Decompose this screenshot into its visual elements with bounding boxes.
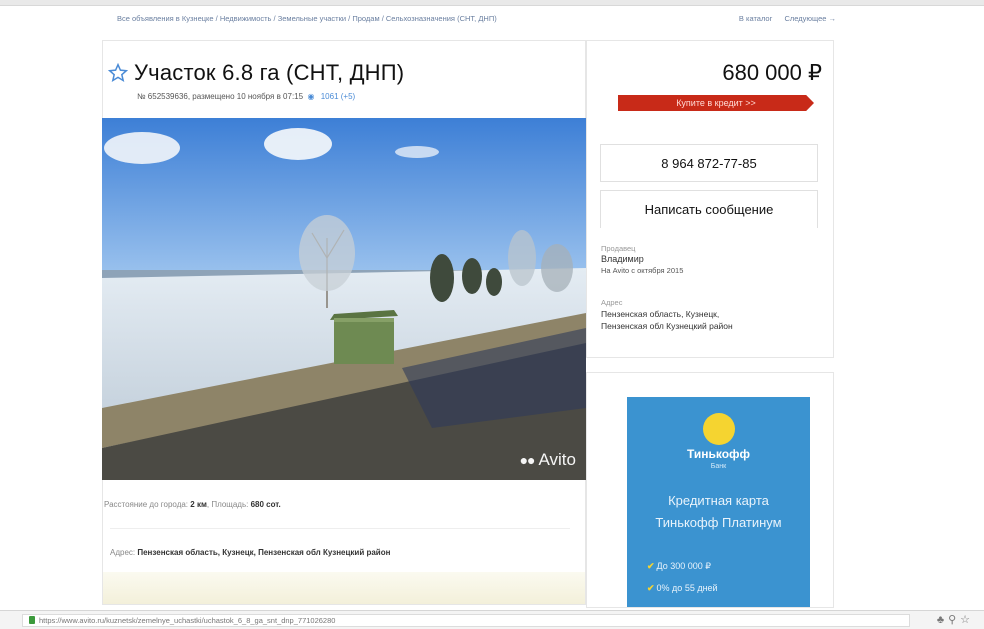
ad-offer-line: Тинькофф Платинум: [655, 515, 782, 530]
breadcrumb-item[interactable]: Недвижимость: [220, 14, 272, 23]
bookmark-star-icon[interactable]: ☆: [960, 614, 974, 626]
title-row: Участок 6.8 га (СНТ, ДНП): [108, 60, 404, 86]
search-icon[interactable]: ⚲: [948, 614, 960, 626]
next-link[interactable]: Следующее →: [784, 14, 836, 23]
contact-address-line: Пензенская область, Кузнецк,: [601, 309, 720, 319]
browser-status-bar: https://www.avito.ru/kuznetsk/zemelnye_u…: [0, 610, 984, 629]
bank-subtitle: Банк: [710, 463, 727, 470]
check-icon: ✔: [647, 561, 655, 571]
ad-feature: ✔ 0% до 55 дней: [647, 583, 718, 594]
watermark-text: Avito: [538, 450, 577, 469]
divider: [110, 528, 570, 529]
contact-address-line: Пензенская обл Кузнецкий район: [601, 321, 733, 331]
url-text: https://www.avito.ru/kuznetsk/zemelnye_u…: [39, 616, 336, 625]
map-preview[interactable]: [103, 572, 585, 604]
price: 680 000 ₽: [722, 60, 822, 85]
distance-label: Расстояние до города:: [104, 500, 189, 509]
ad-offer-line: Кредитная карта: [668, 493, 769, 508]
breadcrumb: Все объявления в Кузнецке / Недвижимость…: [117, 14, 497, 23]
page-title: Участок 6.8 га (СНТ, ДНП): [134, 60, 405, 85]
distance-value: 2 км: [190, 500, 207, 509]
breadcrumb-item[interactable]: Сельхозназначения (СНТ, ДНП): [386, 14, 497, 23]
bank-name: Тинькофф: [686, 447, 751, 461]
listing-address: Адрес: Пензенская область, Кузнецк, Пенз…: [110, 548, 390, 557]
breadcrumb-item[interactable]: Все объявления в Кузнецке: [117, 14, 214, 23]
listing-nav: В каталог Следующее →: [729, 14, 836, 23]
area-value: 680 сот.: [250, 500, 281, 509]
area-label: Площадь:: [211, 500, 249, 509]
browser-actions: ♣⚲☆: [937, 613, 974, 626]
browser-top-strip: [0, 0, 984, 6]
seller-label: Продавец: [601, 244, 636, 253]
views-count: 1061 (+5): [320, 92, 356, 101]
seller-name[interactable]: Владимир: [601, 254, 644, 264]
bank-logo-icon: [703, 413, 735, 445]
extension-icon[interactable]: ♣: [937, 614, 948, 626]
address-label: Адрес:: [110, 548, 136, 557]
address-value: Пензенская область, Кузнецк, Пензенская …: [137, 548, 391, 557]
ad-feature: ✔ До 300 000 ₽: [647, 561, 711, 572]
favorite-star-icon[interactable]: [108, 63, 128, 83]
listing-number-date: № 652539636, размещено 10 ноября в 07:15: [137, 92, 304, 101]
breadcrumb-item[interactable]: Земельные участки: [278, 14, 346, 23]
message-button[interactable]: Написать сообщение: [600, 190, 818, 228]
credit-button[interactable]: Купите в кредит >>: [618, 95, 814, 111]
lock-icon: [29, 616, 35, 624]
eye-icon: ◉: [305, 92, 315, 101]
landscape-photo: [102, 118, 586, 480]
url-bar[interactable]: https://www.avito.ru/kuznetsk/zemelnye_u…: [22, 614, 910, 627]
bank-advertisement[interactable]: Тинькофф Банк Кредитная карта Тинькофф П…: [627, 397, 810, 607]
listing-photo[interactable]: ●● Avito: [102, 118, 586, 480]
avito-watermark: ●● Avito: [520, 450, 576, 470]
breadcrumb-item[interactable]: Продам: [352, 14, 379, 23]
contact-address-label: Адрес: [601, 298, 623, 307]
ad-feature-text: До 300 000 ₽: [656, 561, 712, 571]
catalog-link[interactable]: В каталог: [739, 14, 772, 23]
seller-since: На Avito с октября 2015: [601, 266, 684, 275]
phone-button[interactable]: 8 964 872-77-85: [600, 144, 818, 182]
listing-meta: № 652539636, размещено 10 ноября в 07:15…: [137, 92, 355, 101]
check-icon: ✔: [647, 583, 655, 593]
ad-feature-text: 0% до 55 дней: [656, 583, 718, 593]
avito-logo-icon: ●●: [519, 452, 536, 468]
listing-params: Расстояние до города: 2 км, Площадь: 680…: [104, 500, 281, 509]
